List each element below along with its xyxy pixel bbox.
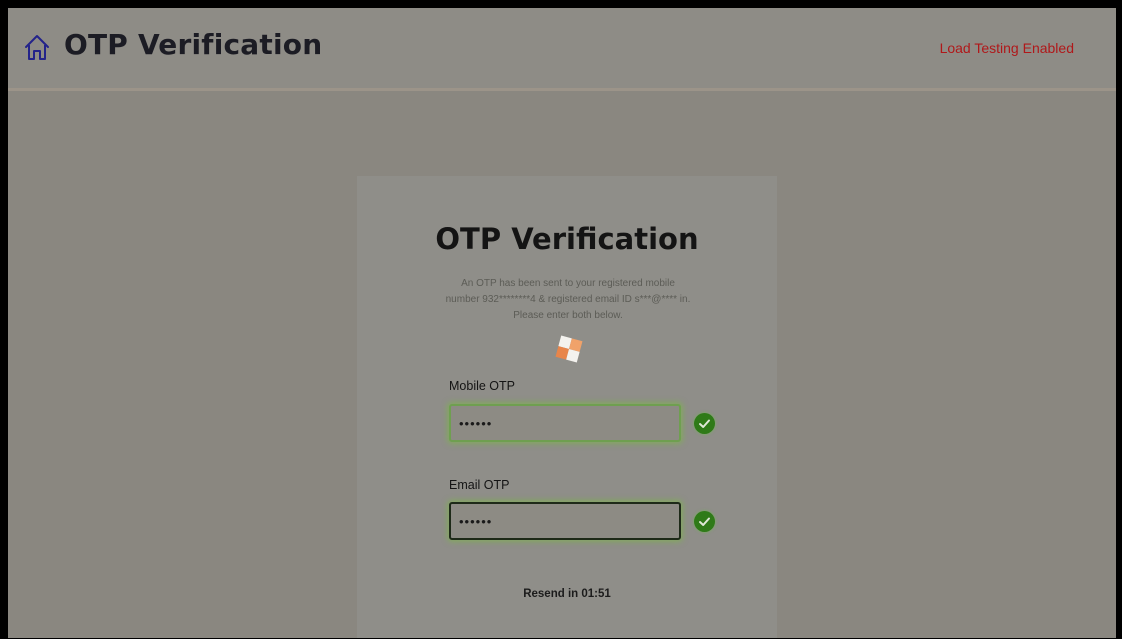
email-check-icon: [694, 511, 715, 532]
mobile-check-icon: [694, 413, 715, 434]
otp-description: An OTP has been sent to your registered …: [445, 278, 691, 321]
email-otp-input[interactable]: [449, 502, 681, 540]
mobile-otp-label: Mobile OTP: [449, 379, 515, 393]
resend-timer: Resend in 01:51: [523, 588, 611, 600]
card-title: OTP Verification: [435, 222, 699, 256]
app-screen: OTP Verification Load Testing Enabled OT…: [8, 8, 1116, 638]
loading-spinner-icon: [552, 332, 586, 366]
mobile-otp-input[interactable]: [449, 404, 681, 442]
email-otp-label: Email OTP: [449, 478, 510, 492]
load-testing-status: Load Testing Enabled: [939, 40, 1074, 56]
otp-card: OTP Verification An OTP has been sent to…: [357, 176, 777, 638]
top-bar: OTP Verification Load Testing Enabled: [8, 8, 1116, 91]
page-title: OTP Verification: [64, 28, 323, 61]
home-icon[interactable]: [22, 32, 52, 62]
